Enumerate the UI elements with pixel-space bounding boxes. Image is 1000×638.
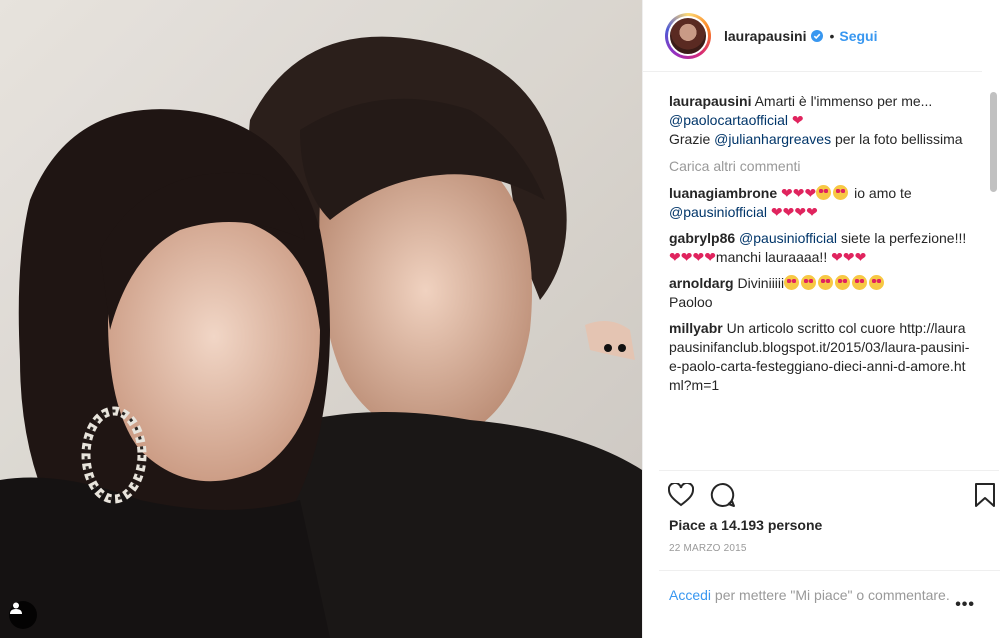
comment-icon <box>710 482 735 507</box>
comment-username[interactable]: luanagiambrone <box>669 185 777 201</box>
heart-emoji-icon: ❤ <box>791 112 804 128</box>
more-options-button[interactable]: ••• <box>955 595 975 615</box>
post-date: 22 MARZO 2015 <box>669 543 747 554</box>
list-item: luanagiambrone ❤❤❤ io amo te @pausinioff… <box>669 184 973 222</box>
likes-count[interactable]: Piace a 14.193 persone <box>669 517 822 533</box>
caption-username[interactable]: laurapausini <box>669 93 751 109</box>
post-side-panel: laurapausini • Segui laurapausini Amarti… <box>642 0 1000 638</box>
login-prompt: Accedi per mettere "Mi piace" o commenta… <box>659 570 1000 638</box>
avatar-image <box>668 15 708 56</box>
list-item: gabrylp86 @pausiniofficial siete la perf… <box>669 229 973 267</box>
comment-mention[interactable]: @pausiniofficial <box>739 230 837 246</box>
header-separator: • <box>829 27 835 44</box>
caption: laurapausini Amarti è l'immenso per me..… <box>669 92 973 149</box>
comment-text-2: manchi lauraaaa!! <box>715 249 828 265</box>
comment-username[interactable]: arnoldarg <box>669 275 734 291</box>
comment-username[interactable]: millyabr <box>669 320 723 336</box>
login-link[interactable]: Accedi <box>669 587 711 603</box>
load-more-comments-button[interactable]: Carica altri commenti <box>669 157 973 176</box>
caption-text-3: per la foto bellissima <box>834 131 963 147</box>
login-text: per mettere "Mi piace" o commentare. <box>714 587 950 603</box>
comment-username[interactable]: gabrylp86 <box>669 230 735 246</box>
heart-eyes-emoji-icon <box>784 275 800 290</box>
comment-text-2: Paoloo <box>669 294 713 310</box>
heart-eyes-emoji-icon <box>816 185 832 200</box>
post-header: laurapausini • Segui <box>643 0 982 72</box>
user-icon <box>10 602 22 614</box>
comment-button[interactable] <box>709 481 737 509</box>
save-button[interactable] <box>971 481 999 509</box>
comments-scrollbar[interactable] <box>988 80 998 440</box>
tagged-user-button[interactable] <box>9 601 37 629</box>
caption-text-1: Amarti è l'immenso per me... <box>754 93 933 109</box>
comment-mention[interactable]: @pausiniofficial <box>669 204 767 220</box>
heart-eyes-emoji-icon <box>801 275 817 290</box>
list-item: millyabr Un articolo scritto col cuore h… <box>669 319 973 395</box>
scrollbar-thumb[interactable] <box>990 92 997 192</box>
comment-text: io amo te <box>854 185 912 201</box>
heart-emoji-icon: ❤❤❤❤ <box>770 204 818 220</box>
heart-emoji-icon: ❤❤❤❤ <box>669 249 716 265</box>
bookmark-icon <box>975 483 995 507</box>
heart-outline-icon <box>668 483 694 507</box>
header-username[interactable]: laurapausini <box>724 28 806 44</box>
heart-eyes-emoji-icon <box>852 275 868 290</box>
post-photo[interactable] <box>0 0 642 638</box>
like-button[interactable] <box>667 481 695 509</box>
heart-eyes-emoji-icon <box>833 185 849 200</box>
list-item: arnoldarg Diviniiiii Paoloo <box>669 274 973 312</box>
photo-illustration <box>0 0 642 638</box>
heart-emoji-icon: ❤❤❤ <box>781 185 817 201</box>
follow-button[interactable]: Segui <box>839 28 877 44</box>
comments-list[interactable]: laurapausini Amarti è l'immenso per me..… <box>669 92 973 469</box>
heart-eyes-emoji-icon <box>869 275 885 290</box>
heart-emoji-icon: ❤❤❤ <box>831 249 867 265</box>
heart-eyes-emoji-icon <box>835 275 851 290</box>
heart-eyes-emoji-icon <box>818 275 834 290</box>
comment-text: siete la perfezione!!! <box>840 230 967 246</box>
caption-text-2: Grazie <box>669 131 711 147</box>
caption-mention-1[interactable]: @paolocartaofficial <box>669 112 788 128</box>
caption-mention-2[interactable]: @julianhargreaves <box>714 131 831 147</box>
comment-text: Diviniiiii <box>737 275 785 291</box>
action-bar <box>659 470 999 519</box>
verified-badge-icon <box>811 29 824 42</box>
avatar[interactable] <box>665 12 711 59</box>
